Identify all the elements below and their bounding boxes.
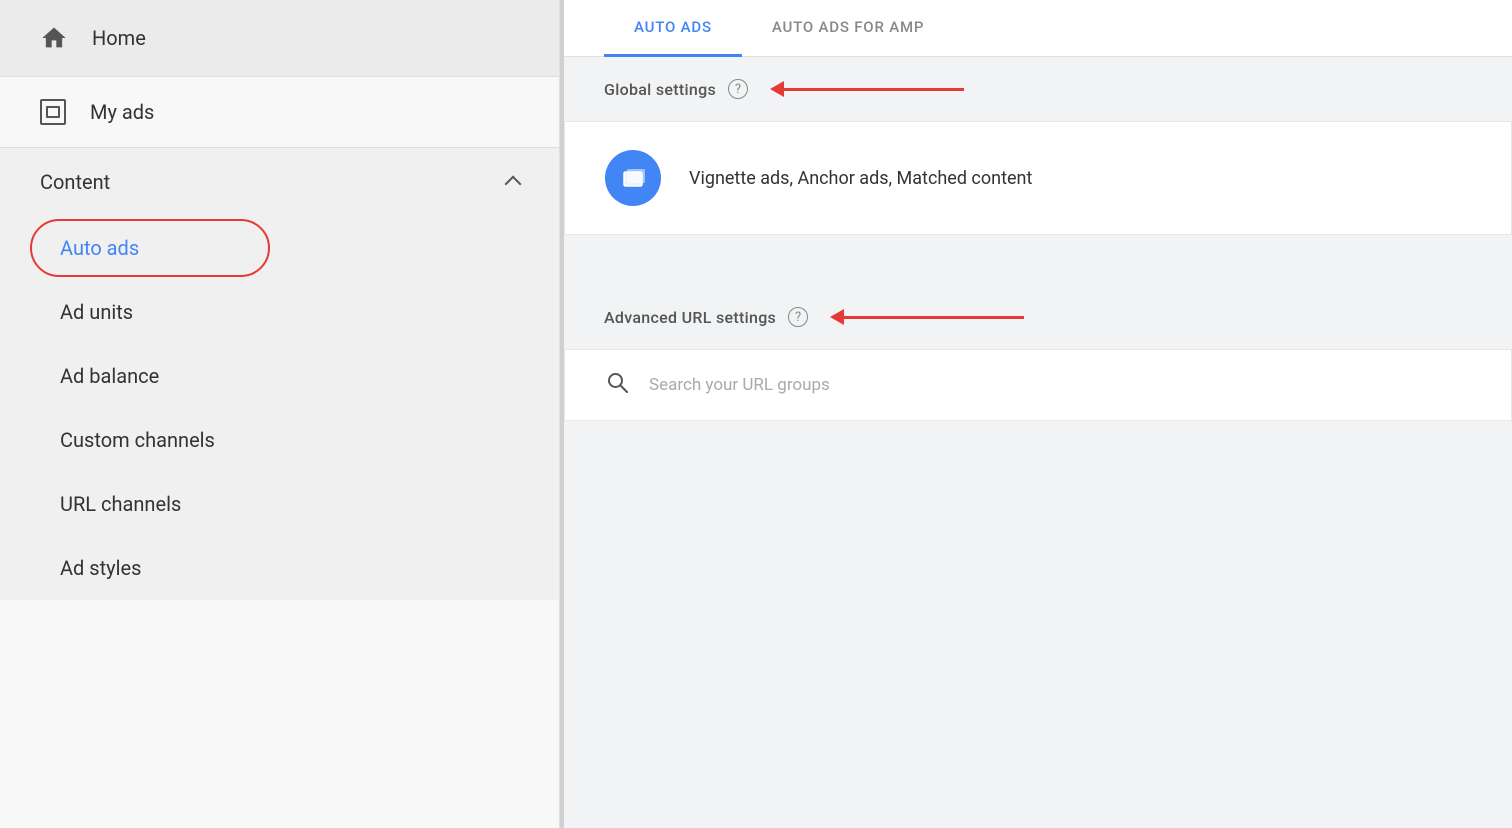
sidebar: Home My ads Content Auto ads Ad units Ad… (0, 0, 560, 828)
section-spacer-1 (564, 237, 1512, 261)
my-ads-icon (40, 99, 66, 125)
advanced-url-help-icon[interactable]: ? (788, 307, 808, 327)
ad-units-label: Ad units (60, 300, 133, 324)
card-ad-types-text: Vignette ads, Anchor ads, Matched conten… (689, 168, 1032, 189)
ad-styles-label: Ad styles (60, 556, 141, 580)
sidebar-item-url-channels[interactable]: URL channels (0, 472, 559, 536)
my-ads-label: My ads (90, 100, 154, 124)
global-settings-header: Global settings ? (564, 57, 1512, 121)
sidebar-item-custom-channels[interactable]: Custom channels (0, 408, 559, 472)
custom-channels-label: Custom channels (60, 428, 215, 452)
ad-type-icon (605, 150, 661, 206)
url-groups-search-box[interactable]: Search your URL groups (564, 349, 1512, 421)
chevron-up-icon (505, 176, 522, 193)
tab-auto-ads[interactable]: AUTO ADS (604, 0, 742, 57)
advanced-arrow-line (844, 316, 1024, 319)
sidebar-item-ad-styles[interactable]: Ad styles (0, 536, 559, 600)
home-icon (40, 24, 68, 52)
arrow-line (784, 88, 964, 91)
search-icon (605, 370, 629, 400)
global-settings-title: Global settings (604, 80, 716, 99)
sidebar-item-auto-ads[interactable]: Auto ads (0, 216, 559, 280)
global-settings-arrow-annotation (770, 81, 964, 97)
global-settings-card[interactable]: Vignette ads, Anchor ads, Matched conten… (564, 121, 1512, 235)
search-placeholder-text: Search your URL groups (649, 375, 830, 395)
auto-ads-label: Auto ads (60, 236, 139, 260)
advanced-url-arrow-annotation (830, 309, 1024, 325)
arrow-head-icon (770, 81, 784, 97)
sidebar-item-my-ads[interactable]: My ads (0, 77, 559, 147)
content-section: Content Auto ads Ad units Ad balance Cus… (0, 148, 559, 600)
ad-balance-label: Ad balance (60, 364, 159, 388)
content-header[interactable]: Content (0, 148, 559, 216)
home-label: Home (92, 26, 146, 50)
advanced-url-settings-header: Advanced URL settings ? (564, 285, 1512, 349)
advanced-arrow-head-icon (830, 309, 844, 325)
main-content: AUTO ADS AUTO ADS FOR AMP Global setting… (564, 0, 1512, 828)
advanced-url-settings-title: Advanced URL settings (604, 308, 776, 327)
url-channels-label: URL channels (60, 492, 181, 516)
tabs-bar: AUTO ADS AUTO ADS FOR AMP (564, 0, 1512, 57)
sidebar-item-home[interactable]: Home (0, 0, 559, 76)
tab-auto-ads-amp[interactable]: AUTO ADS FOR AMP (742, 0, 954, 57)
section-spacer-2 (564, 261, 1512, 285)
global-settings-help-icon[interactable]: ? (728, 79, 748, 99)
sidebar-item-ad-balance[interactable]: Ad balance (0, 344, 559, 408)
sidebar-item-ad-units[interactable]: Ad units (0, 280, 559, 344)
content-label: Content (40, 170, 110, 194)
